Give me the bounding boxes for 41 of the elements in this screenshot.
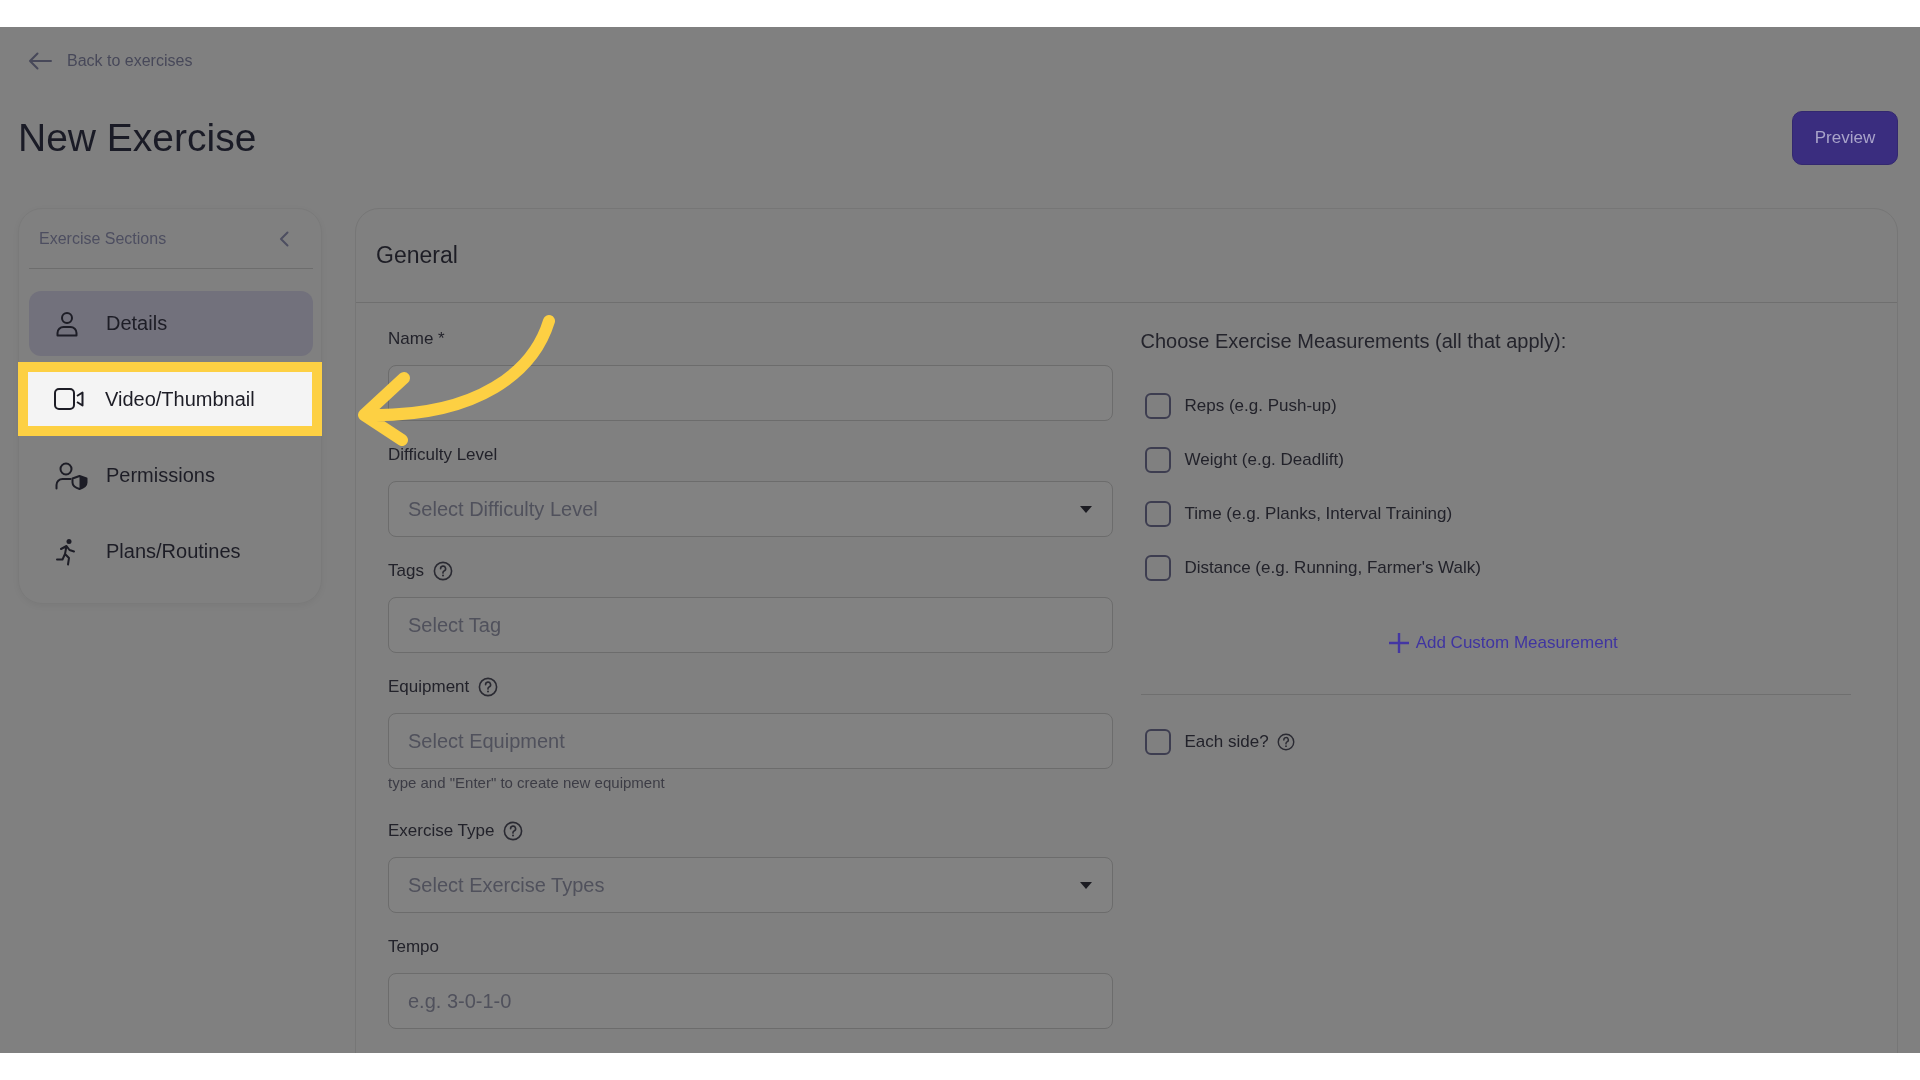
add-measurement-button[interactable]: Add Custom Measurement bbox=[1387, 631, 1618, 655]
checkbox-label: Distance (e.g. Running, Farmer's Walk) bbox=[1184, 558, 1481, 578]
checkbox[interactable] bbox=[1144, 729, 1171, 755]
sidebar-item[interactable]: Plans/Routines bbox=[29, 519, 313, 584]
running-person-icon bbox=[55, 537, 77, 566]
field-label: Exercise Type bbox=[388, 821, 495, 841]
person-icon bbox=[55, 310, 79, 337]
help-icon[interactable] bbox=[478, 677, 499, 697]
sidebar-item[interactable]: Details bbox=[29, 291, 313, 356]
sidebar-item[interactable]: Video/Thumbnail bbox=[18, 362, 322, 436]
checkbox-label: Weight (e.g. Deadlift) bbox=[1184, 450, 1344, 470]
checkbox[interactable] bbox=[1144, 501, 1171, 527]
field-label: Name * bbox=[388, 329, 445, 349]
field-label: Tempo bbox=[388, 937, 440, 957]
preview-button[interactable]: Preview bbox=[1792, 111, 1898, 165]
text-field[interactable] bbox=[388, 365, 1113, 421]
checkbox-label: Each side? bbox=[1184, 732, 1269, 752]
field-label: Difficulty Level bbox=[388, 445, 498, 465]
section-title: General bbox=[376, 242, 458, 269]
checkbox-label: Reps (e.g. Push-up) bbox=[1184, 396, 1337, 416]
page-title: New Exercise bbox=[18, 116, 257, 160]
help-icon[interactable] bbox=[503, 821, 524, 841]
measurements-heading: Choose Exercise Measurements (all that apply): bbox=[1140, 329, 1567, 353]
checkbox[interactable] bbox=[1144, 447, 1171, 473]
chevron-left-icon[interactable] bbox=[279, 230, 289, 247]
back-link[interactable]: Back to exercises bbox=[28, 49, 193, 73]
help-icon[interactable] bbox=[1276, 733, 1295, 751]
caret-down-icon bbox=[1079, 505, 1092, 513]
help-icon[interactable] bbox=[432, 561, 453, 581]
checkbox[interactable] bbox=[1144, 555, 1171, 581]
field-label: Tags bbox=[388, 561, 424, 581]
checkbox[interactable] bbox=[1144, 393, 1171, 419]
plus-icon bbox=[1387, 632, 1410, 654]
back-arrow-icon bbox=[28, 52, 52, 70]
caret-down-icon bbox=[1079, 881, 1092, 889]
field-label: Equipment bbox=[388, 677, 470, 697]
video-camera-icon bbox=[54, 388, 84, 410]
person-shield-icon bbox=[55, 461, 88, 490]
sidebar-item[interactable]: Permissions bbox=[29, 443, 313, 508]
checkbox-label: Time (e.g. Planks, Interval Training) bbox=[1184, 504, 1453, 524]
field-hint: type and "Enter" to create new equipment bbox=[388, 775, 665, 791]
